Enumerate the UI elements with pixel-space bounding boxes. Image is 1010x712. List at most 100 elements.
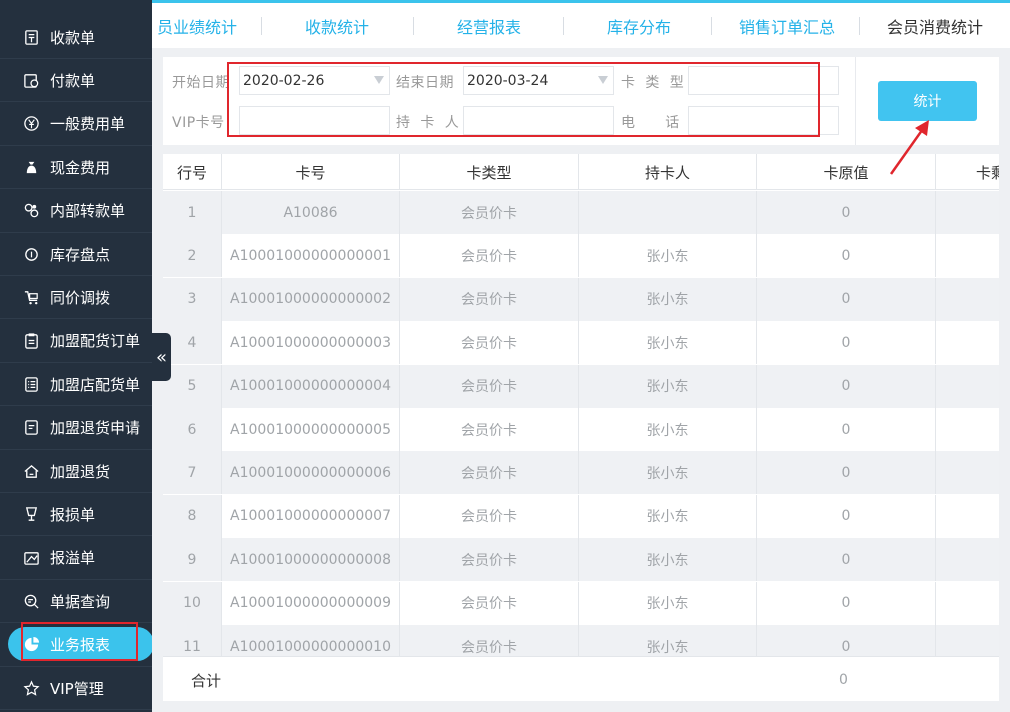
table-row[interactable]: 6 A10001000000000005 会员价卡 张小东 0	[163, 408, 999, 451]
filter-highlight-box	[227, 62, 820, 137]
collapse-sidebar-button[interactable]: «	[152, 333, 171, 381]
search-doc-icon	[22, 592, 40, 610]
table-row[interactable]: 4 A10001000000000003 会员价卡 张小东 0	[163, 321, 999, 365]
sidebar-item-label: 一般费用单	[50, 115, 126, 134]
sidebar-item-label: VIP管理	[50, 679, 104, 698]
sidebar-item-label: 加盟退货	[50, 462, 111, 481]
table-cell: A10001000000000007	[222, 494, 400, 538]
table-cell: 8	[163, 494, 222, 538]
tab-bar: 员业绩统计 收款统计 经营报表 库存分布 销售订单汇总 会员消费统计	[152, 0, 1010, 48]
clipboard-icon	[22, 332, 40, 350]
table-cell	[936, 408, 999, 451]
sidebar-item-label: 库存盘点	[50, 245, 111, 264]
sidebar-item-return-doc[interactable]: 加盟退货申请	[0, 407, 152, 450]
table-cell: A10086	[222, 191, 400, 234]
double-chevron-left-icon: «	[155, 346, 167, 368]
table-row[interactable]: 7 A10001000000000006 会员价卡 张小东 0	[163, 451, 999, 495]
table-cell: 会员价卡	[400, 408, 579, 451]
table-cell	[936, 191, 999, 234]
table-row[interactable]: 1 A10086 会员价卡 0	[163, 191, 999, 234]
tab-4[interactable]: 库存分布	[564, 6, 714, 46]
sidebar-item-money-bag[interactable]: 现金费用	[0, 146, 152, 190]
table-cell: 0	[757, 234, 936, 278]
table-cell: 张小东	[579, 234, 757, 278]
tab-separator	[413, 17, 414, 35]
table-row[interactable]: 2 A10001000000000001 会员价卡 张小东 0	[163, 234, 999, 278]
table-cell: A10001000000000009	[222, 581, 400, 625]
money-bag-icon	[22, 158, 40, 176]
column-header[interactable]: 行号	[163, 154, 222, 190]
column-header[interactable]: 卡剩	[936, 154, 999, 190]
inventory-icon	[22, 245, 40, 263]
table-cell: 会员价卡	[400, 364, 579, 408]
tab-separator	[261, 17, 262, 35]
home-return-icon	[22, 462, 40, 480]
table-cell: 0	[757, 277, 936, 321]
statistics-button[interactable]: 统计	[878, 81, 977, 121]
sidebar-item-label: 付款单	[50, 71, 96, 90]
table-cell: 0	[757, 364, 936, 408]
sidebar-item-label: 现金费用	[50, 158, 111, 177]
tab-5[interactable]: 销售订单汇总	[712, 6, 862, 46]
sidebar-item-payment[interactable]: 付款单	[0, 59, 152, 103]
star-badge-icon	[22, 679, 40, 697]
table-row[interactable]: 8 A10001000000000007 会员价卡 张小东 0	[163, 494, 999, 538]
sidebar-item-label: 同价调拨	[50, 288, 111, 307]
sidebar-item-label: 报溢单	[50, 549, 96, 568]
table-cell: 2	[163, 234, 222, 278]
table-cell: A10001000000000004	[222, 364, 400, 408]
sidebar-item-star-badge[interactable]: VIP管理	[0, 667, 152, 710]
table-cell: 会员价卡	[400, 451, 579, 495]
tab-6[interactable]: 会员消费统计	[860, 6, 1010, 46]
sidebar-item-transfer[interactable]: 内部转款单	[0, 190, 152, 233]
table-cell	[936, 321, 999, 364]
member-consumption-table: 行号 卡号 卡类型 持卡人 卡原值 卡剩 1 A10086 会员价卡 0 2 A1000100000…	[163, 154, 999, 701]
table-cell: 3	[163, 277, 222, 321]
list-doc-icon	[22, 375, 40, 393]
table-cell: 会员价卡	[400, 191, 579, 234]
column-header[interactable]: 卡类型	[400, 154, 579, 190]
table-row[interactable]: 5 A10001000000000004 会员价卡 张小东 0	[163, 364, 999, 408]
column-header[interactable]: 卡号	[222, 154, 400, 190]
vip-card-label: VIP卡号	[172, 115, 225, 131]
sidebar-item-broken-glass[interactable]: 报损单	[0, 493, 152, 537]
table-cell: 0	[757, 191, 936, 234]
table-cell	[936, 365, 999, 408]
table-cell	[936, 451, 999, 494]
table-cell: 张小东	[579, 321, 757, 365]
column-header[interactable]: 持卡人	[579, 154, 757, 190]
table-cell: A10001000000000003	[222, 321, 400, 365]
sidebar-item-search-doc[interactable]: 单据查询	[0, 580, 152, 624]
sidebar-item-yen-circle[interactable]: 一般费用单	[0, 103, 152, 146]
filter-divider	[855, 57, 856, 145]
table-cell: 张小东	[579, 451, 757, 495]
sidebar-item-label: 内部转款单	[50, 202, 126, 221]
table-cell: A10001000000000005	[222, 408, 400, 451]
sidebar-item-list-doc[interactable]: 加盟店配货单	[0, 363, 152, 407]
table-row[interactable]: 3 A10001000000000002 会员价卡 张小东 0	[163, 277, 999, 321]
sidebar-item-cart-transfer[interactable]: 同价调拨	[0, 276, 152, 320]
table-row[interactable]: 10 A10001000000000009 会员价卡 张小东 0	[163, 581, 999, 625]
sidebar-item-inventory[interactable]: 库存盘点	[0, 233, 152, 276]
table-cell: 张小东	[579, 364, 757, 408]
tab-2[interactable]: 收款统计	[262, 6, 412, 46]
transfer-icon	[22, 202, 40, 220]
sidebar-item-overflow[interactable]: 报溢单	[0, 537, 152, 580]
table-cell: A10001000000000001	[222, 234, 400, 278]
sidebar-item-label: 加盟配货订单	[50, 332, 141, 351]
table-cell: 张小东	[579, 277, 757, 321]
table-cell: 7	[163, 451, 222, 495]
table-row[interactable]: 9 A10001000000000008 会员价卡 张小东 0	[163, 538, 999, 582]
overflow-icon	[22, 549, 40, 567]
table-cell: 1	[163, 191, 222, 234]
table-cell: 9	[163, 538, 222, 582]
sidebar-item-label: 业务报表	[50, 636, 111, 655]
table-cell: 0	[757, 538, 936, 582]
sidebar-item-home-return[interactable]: 加盟退货	[0, 450, 152, 493]
sidebar-item-clipboard[interactable]: 加盟配货订单	[0, 320, 152, 363]
sidebar-item-receipt[interactable]: 收款单	[0, 16, 152, 59]
tab-1[interactable]: 员业绩统计	[144, 6, 250, 46]
table-cell	[936, 278, 999, 321]
table-cell: 0	[757, 581, 936, 625]
tab-3[interactable]: 经营报表	[414, 6, 564, 46]
